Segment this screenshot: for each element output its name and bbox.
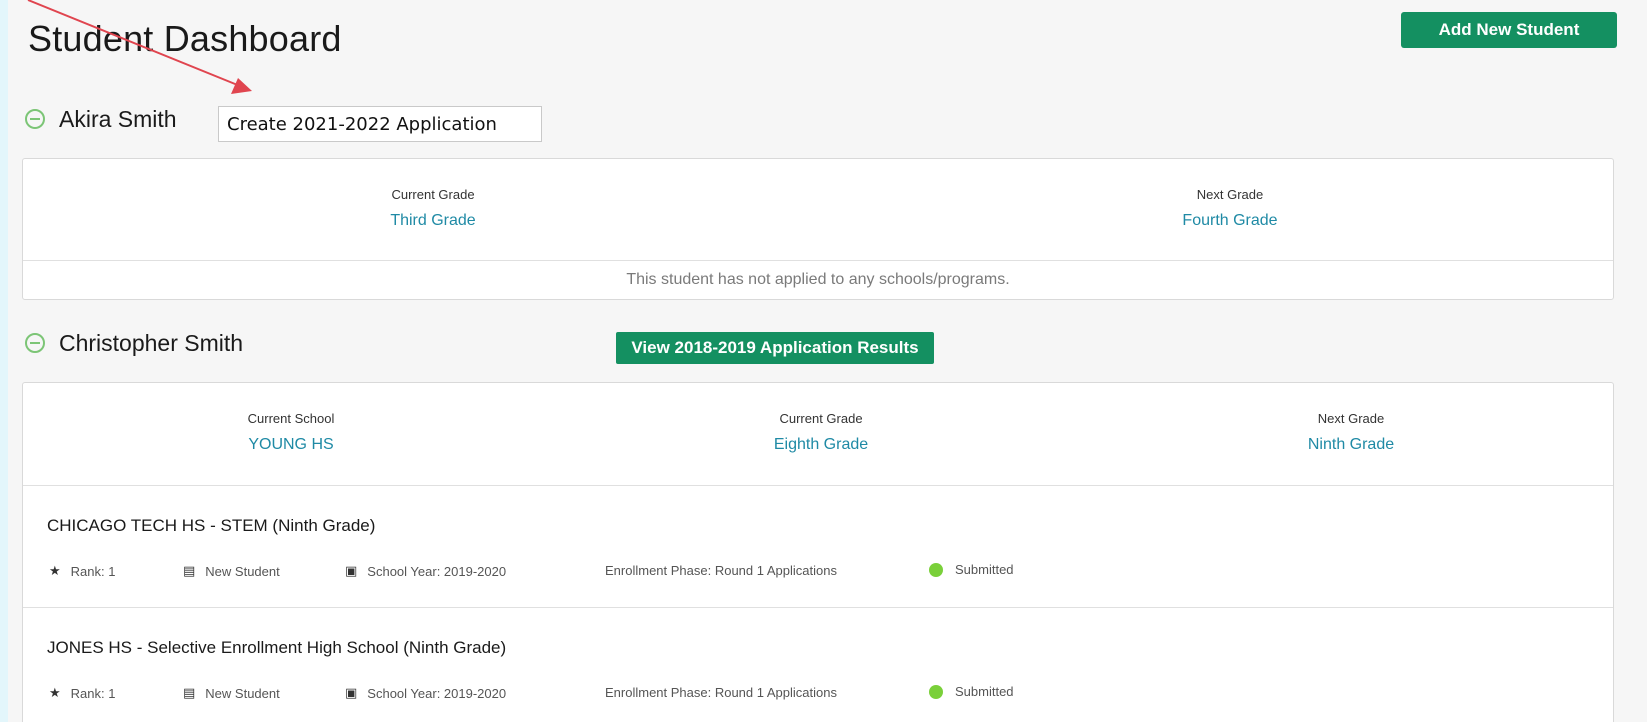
divider xyxy=(23,607,1613,608)
school-year-text: School Year: 2019-2020 xyxy=(367,685,507,701)
grade-value-link[interactable]: Ninth Grade xyxy=(1211,436,1491,454)
enrollment-phase-text: Enrollment Phase: Round 1 Applications xyxy=(605,685,837,700)
add-new-student-button[interactable]: Add New Student xyxy=(1401,12,1617,48)
student-type-meta: ▤ New Student xyxy=(183,685,280,701)
status-text: Submitted xyxy=(955,562,1014,577)
status-dot-icon xyxy=(929,562,943,577)
student-header-akira: Akira Smith xyxy=(25,99,177,139)
application-title: JONES HS - Selective Enrollment High Sch… xyxy=(47,638,507,657)
current-grade-cell: Current Grade Eighth Grade xyxy=(681,411,961,454)
current-grade-cell: Current Grade Third Grade xyxy=(283,187,583,230)
application-title: CHICAGO TECH HS - STEM (Ninth Grade) xyxy=(47,516,376,535)
no-applications-message: This student has not applied to any scho… xyxy=(626,271,1010,288)
rank-meta: ★ Rank: 1 xyxy=(49,685,115,701)
collapse-minus-icon[interactable] xyxy=(25,109,45,129)
grade-value-link[interactable]: Eighth Grade xyxy=(681,436,961,454)
collapse-minus-icon[interactable] xyxy=(25,333,45,353)
rank-text: Rank: 1 xyxy=(70,685,116,701)
next-grade-cell: Next Grade Ninth Grade xyxy=(1211,411,1491,454)
student-type-text: New Student xyxy=(205,685,280,701)
student-name: Akira Smith xyxy=(59,105,177,132)
grade-label: Next Grade xyxy=(1196,187,1264,202)
grade-value-link[interactable]: Third Grade xyxy=(283,212,583,230)
rank-text: Rank: 1 xyxy=(70,563,116,579)
dashboard-page: Student Dashboard Add New Student Akira … xyxy=(8,0,1647,722)
page-title: Student Dashboard xyxy=(28,18,342,59)
calendar-icon: ▣ xyxy=(345,685,358,700)
divider xyxy=(23,485,1613,486)
star-icon: ★ xyxy=(49,563,61,578)
student-card-akira: Current Grade Third Grade Next Grade Fou… xyxy=(22,158,1614,300)
school-year-text: School Year: 2019-2020 xyxy=(367,563,507,579)
next-grade-cell: Next Grade Fourth Grade xyxy=(1080,187,1380,230)
student-name: Christopher Smith xyxy=(59,329,244,356)
student-card-christopher: Current School YOUNG HS Current Grade Ei… xyxy=(22,382,1614,722)
status-meta: Submitted xyxy=(929,562,1014,577)
student-type-meta: ▤ New Student xyxy=(183,563,280,579)
document-icon: ▤ xyxy=(183,563,196,578)
document-icon: ▤ xyxy=(183,685,196,700)
student-type-text: New Student xyxy=(205,563,280,579)
star-icon: ★ xyxy=(49,685,61,700)
view-application-results-button[interactable]: View 2018-2019 Application Results xyxy=(616,332,934,364)
current-school-cell: Current School YOUNG HS xyxy=(151,411,431,454)
school-year-meta: ▣ School Year: 2019-2020 xyxy=(345,685,506,701)
divider xyxy=(23,260,1613,261)
school-year-meta: ▣ School Year: 2019-2020 xyxy=(345,563,506,579)
status-text: Submitted xyxy=(955,684,1014,699)
enrollment-phase-meta: Enrollment Phase: Round 1 Applications xyxy=(605,563,837,578)
grade-label: Current School xyxy=(247,411,335,426)
grade-label: Next Grade xyxy=(1317,411,1385,426)
create-application-button[interactable]: Create 2021-2022 Application xyxy=(218,106,542,142)
calendar-icon: ▣ xyxy=(345,563,358,578)
grade-label: Current Grade xyxy=(391,187,475,202)
status-dot-icon xyxy=(929,684,943,699)
grade-value-link[interactable]: YOUNG HS xyxy=(151,436,431,454)
rank-meta: ★ Rank: 1 xyxy=(49,563,115,579)
enrollment-phase-text: Enrollment Phase: Round 1 Applications xyxy=(605,563,837,578)
grade-value-link[interactable]: Fourth Grade xyxy=(1080,212,1380,230)
student-header-christopher: Christopher Smith xyxy=(25,323,243,363)
grade-label: Current Grade xyxy=(779,411,863,426)
enrollment-phase-meta: Enrollment Phase: Round 1 Applications xyxy=(605,685,837,700)
status-meta: Submitted xyxy=(929,684,1014,699)
